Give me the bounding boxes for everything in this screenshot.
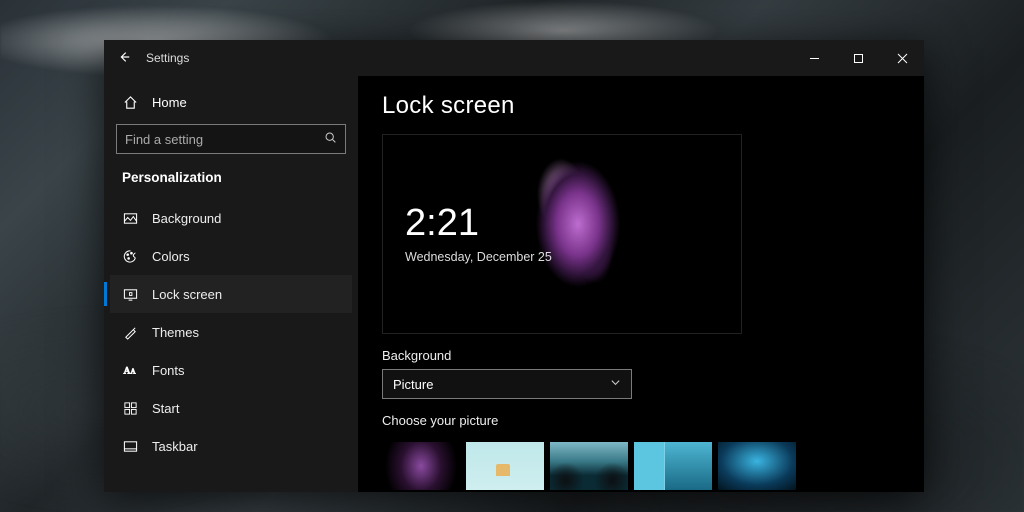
close-button[interactable] [880, 40, 924, 76]
sidebar-item-label: Start [152, 401, 179, 416]
background-label: Background [382, 348, 900, 363]
themes-icon [122, 325, 138, 340]
sidebar-nav: Background Colors Lock screen [110, 199, 352, 465]
content-panel: Lock screen 2:21 Wednesday, December 25 … [358, 76, 924, 492]
sidebar-item-label: Themes [152, 325, 199, 340]
picture-icon [122, 211, 138, 226]
home-icon [122, 95, 138, 110]
sidebar-item-themes[interactable]: Themes [110, 313, 352, 351]
sidebar: Home Personalization Background [104, 76, 358, 492]
sidebar-item-label: Taskbar [152, 439, 198, 454]
titlebar: Settings [104, 40, 924, 76]
lock-screen-icon [122, 287, 138, 302]
palette-icon [122, 249, 138, 264]
picture-thumbnail[interactable] [634, 442, 712, 490]
sidebar-category-label: Personalization [110, 164, 352, 199]
sidebar-item-fonts[interactable]: AA Fonts [110, 351, 352, 389]
picture-thumbnail[interactable] [550, 442, 628, 490]
sidebar-item-background[interactable]: Background [110, 199, 352, 237]
svg-text:A: A [123, 366, 130, 377]
choose-picture-label: Choose your picture [382, 413, 900, 428]
sidebar-item-label: Background [152, 211, 221, 226]
picture-thumbnail[interactable] [718, 442, 796, 490]
picture-thumbnails [382, 442, 900, 490]
background-dropdown[interactable]: Picture [382, 369, 632, 399]
search-icon [324, 131, 337, 147]
fonts-icon: AA [122, 363, 138, 377]
start-icon [122, 401, 138, 416]
taskbar-icon [122, 439, 138, 454]
sidebar-item-label: Colors [152, 249, 190, 264]
sidebar-item-colors[interactable]: Colors [110, 237, 352, 275]
maximize-button[interactable] [836, 40, 880, 76]
back-button[interactable] [104, 40, 144, 76]
svg-text:A: A [130, 368, 135, 376]
sidebar-item-lock-screen[interactable]: Lock screen [110, 275, 352, 313]
sidebar-item-label: Fonts [152, 363, 185, 378]
picture-thumbnail[interactable] [382, 442, 460, 490]
preview-time: 2:21 [405, 204, 552, 242]
window-controls [792, 40, 924, 76]
chevron-down-icon [610, 377, 621, 391]
dropdown-value: Picture [393, 377, 433, 392]
arrow-left-icon [117, 50, 131, 67]
preview-date: Wednesday, December 25 [405, 250, 552, 264]
sidebar-home[interactable]: Home [110, 84, 352, 120]
search-input[interactable] [125, 132, 324, 147]
window-title: Settings [144, 51, 189, 65]
page-title: Lock screen [382, 92, 900, 120]
picture-thumbnail[interactable] [466, 442, 544, 490]
search-box[interactable] [116, 124, 346, 154]
minimize-button[interactable] [792, 40, 836, 76]
sidebar-item-taskbar[interactable]: Taskbar [110, 427, 352, 465]
settings-window: Settings Home [104, 40, 924, 492]
sidebar-home-label: Home [152, 95, 187, 110]
sidebar-item-label: Lock screen [152, 287, 222, 302]
sidebar-item-start[interactable]: Start [110, 389, 352, 427]
lock-screen-preview: 2:21 Wednesday, December 25 [382, 134, 742, 334]
window-body: Home Personalization Background [104, 76, 924, 492]
